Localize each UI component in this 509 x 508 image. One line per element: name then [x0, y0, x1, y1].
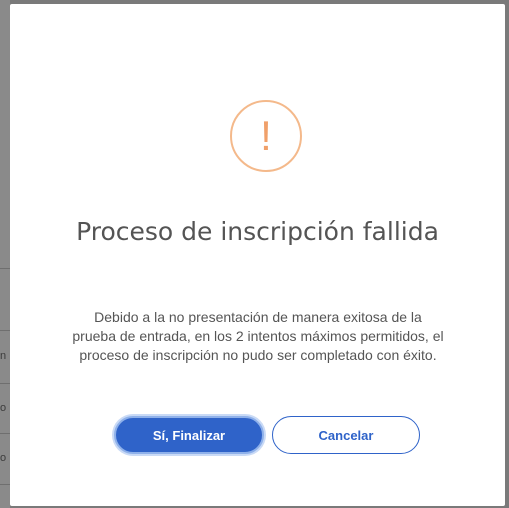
background-divider	[0, 268, 10, 269]
enrollment-failed-dialog: ! Proceso de inscripción fallida Debido …	[10, 4, 505, 506]
confirm-finalize-button[interactable]: Sí, Finalizar	[114, 416, 264, 454]
background-text: n	[0, 350, 7, 362]
cancel-button[interactable]: Cancelar	[272, 416, 420, 454]
exclamation-icon: !	[230, 100, 302, 172]
background-divider	[0, 484, 10, 485]
screen: n o o ! Proceso de inscripción fallida D…	[0, 0, 509, 508]
exclamation-glyph: !	[260, 112, 272, 159]
background-divider	[0, 330, 10, 331]
background-text: o	[0, 402, 7, 414]
background-text: o	[0, 452, 7, 464]
background-divider	[0, 433, 10, 434]
dialog-message: Debido a la no presentación de manera ex…	[72, 309, 444, 363]
background-page: n o o	[0, 0, 10, 508]
dialog-title: Proceso de inscripción fallida	[76, 217, 439, 246]
background-divider	[0, 383, 10, 384]
